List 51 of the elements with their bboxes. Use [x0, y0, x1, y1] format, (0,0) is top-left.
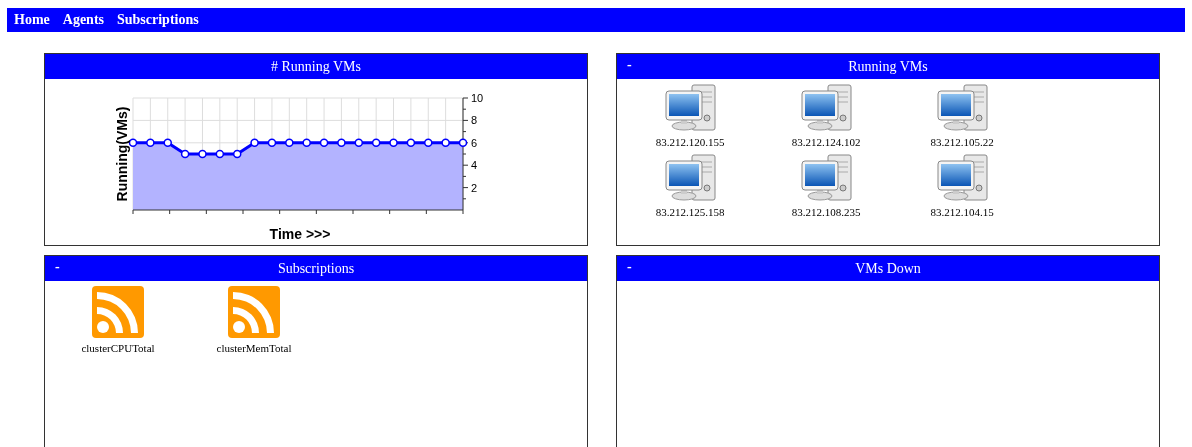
data-point — [267, 138, 277, 148]
tick-label: 4 — [471, 159, 478, 172]
collapse-button[interactable]: - — [53, 259, 62, 275]
host-label: 83.212.125.158 — [655, 206, 725, 218]
data-point — [319, 138, 329, 148]
panel-title: Running VMs — [848, 58, 928, 75]
data-point — [128, 138, 138, 148]
axis-title: Time >>> — [269, 226, 331, 242]
data-point — [441, 138, 450, 148]
data-point — [146, 138, 155, 148]
computer-icon[interactable] — [664, 154, 716, 202]
feed-label: clusterCPUTotal — [81, 342, 155, 354]
axis-title: Running(VMs) — [114, 106, 130, 202]
data-point — [250, 138, 259, 148]
panel-title: # Running VMs — [271, 58, 361, 75]
data-point — [232, 149, 242, 159]
data-point — [371, 138, 381, 148]
host-label: 83.212.104.15 — [930, 206, 994, 218]
collapse-button[interactable]: - — [625, 57, 634, 73]
collapse-button[interactable]: - — [625, 259, 634, 275]
computer-icon[interactable] — [800, 84, 852, 132]
tick-label: 6 — [471, 136, 478, 149]
data-point — [424, 138, 433, 148]
feed-label: clusterMemTotal — [216, 342, 292, 354]
computer-icon[interactable] — [664, 84, 716, 132]
nav-link[interactable]: Agents — [62, 12, 104, 28]
data-point — [302, 138, 311, 148]
tick-label: 8 — [471, 114, 478, 127]
data-point — [285, 138, 294, 148]
panel-title: Subscriptions — [277, 260, 355, 277]
tick-label: 10 — [471, 92, 484, 104]
data-point — [458, 138, 468, 148]
host-label: 83.212.120.155 — [655, 136, 725, 148]
data-point — [389, 138, 398, 148]
tick-label: 2 — [471, 181, 478, 194]
data-point — [406, 138, 416, 148]
data-point — [337, 138, 346, 148]
data-point — [354, 138, 364, 148]
data-point — [198, 149, 207, 159]
nav-link[interactable]: Subscriptions — [117, 12, 199, 28]
host-label: 83.212.124.102 — [791, 136, 861, 148]
data-point — [180, 149, 190, 159]
panel-title: VMs Down — [855, 260, 921, 277]
nav-link[interactable]: Home — [14, 12, 50, 28]
host-label: 83.212.105.22 — [930, 136, 994, 148]
host-label: 83.212.108.235 — [791, 206, 861, 218]
computer-icon[interactable] — [936, 84, 988, 132]
data-point — [215, 149, 225, 159]
computer-icon[interactable] — [800, 154, 852, 202]
computer-icon[interactable] — [936, 154, 988, 202]
data-point — [163, 138, 172, 148]
